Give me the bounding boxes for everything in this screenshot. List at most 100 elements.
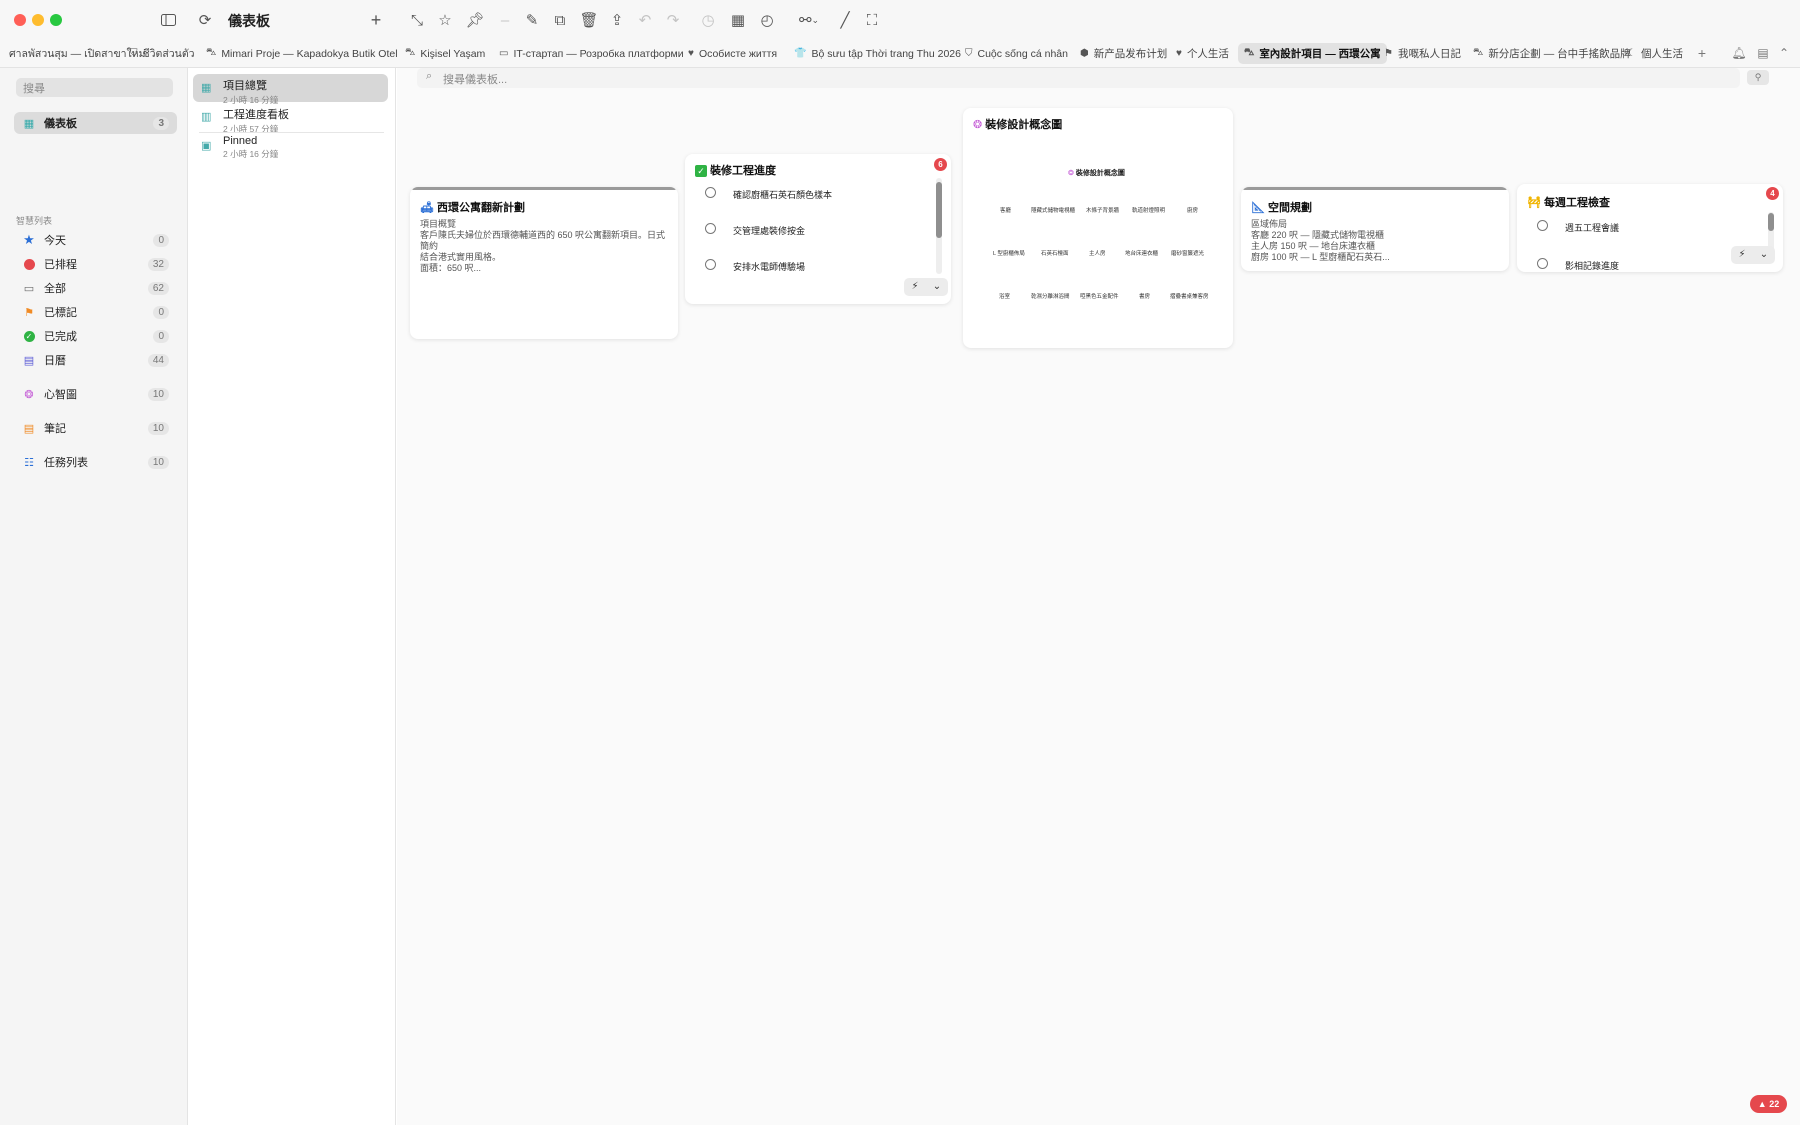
tab-product-launch[interactable]: ⬢ 新产品发布计划 xyxy=(1074,43,1173,64)
construction-icon: 🚧︎ xyxy=(1527,197,1541,209)
dashboard-item-overview[interactable]: ▦ 項目總覽 2 小時 16 分鐘 xyxy=(193,74,388,105)
tab-kisisel-yasam[interactable]: ⛍ Kişisel Yaşam xyxy=(399,43,491,64)
layout-icon[interactable]: ▦ xyxy=(728,10,748,30)
task-label: 安排水電師傅驗場 xyxy=(733,262,806,272)
tab-interior-design[interactable]: ⛍ 室內設計項目 — 西環公寓 xyxy=(1238,43,1387,64)
history-disabled-icon[interactable]: ◷ xyxy=(698,10,718,30)
sync-icon[interactable]: ⟳ xyxy=(195,10,215,30)
scrollbar-thumb[interactable] xyxy=(936,182,942,238)
checkmark-icon: ✓ xyxy=(22,329,36,343)
bolt-icon[interactable]: ⚡︎ xyxy=(1731,246,1753,264)
fullscreen-icon[interactable]: ⛶ xyxy=(862,10,882,30)
sidebar-item-all[interactable]: ▭ 全部 62 xyxy=(14,277,177,299)
bolt-icon[interactable]: ⚡︎ xyxy=(904,278,926,296)
sidebar-item-today[interactable]: ★ 今天 0 xyxy=(14,229,177,251)
task-checkbox[interactable] xyxy=(705,259,716,270)
chevron-up-icon[interactable]: ⌃ xyxy=(1773,43,1795,63)
mindmap-node: 書房 xyxy=(1139,294,1151,300)
search-icon: ⌕ xyxy=(426,70,433,82)
tab-personal-life-tc[interactable]: ☾ 個人生活 xyxy=(1621,43,1689,64)
tag-menu-icon[interactable]: ⚯ ⌄ xyxy=(794,10,824,30)
task-checkbox[interactable] xyxy=(1537,220,1548,231)
sofa-icon: 🛋︎ xyxy=(420,202,434,214)
card-body: 項目概覽 客戶陳氏夫婦位於西環德輔道西的 650 呎公寓翻新項目。日式簡約 結合… xyxy=(420,219,666,273)
tab-private-diary[interactable]: ⚑ 我嘅私人日記 xyxy=(1378,43,1467,64)
alert-badge[interactable]: ▲ 22 xyxy=(1750,1095,1787,1113)
minimize-window-button[interactable] xyxy=(32,14,44,26)
separator-icon: – xyxy=(500,11,510,29)
count-badge: 6 xyxy=(934,158,947,171)
card-actions: ⚡︎ ⌄ xyxy=(904,278,948,296)
task-checkbox[interactable] xyxy=(705,223,716,234)
draw-icon[interactable]: ╱ xyxy=(835,10,855,30)
card-space-planning[interactable]: 📐︎ 空間規劃 區域佈局 客廳 220 呎 — 隱藏式儲物電視櫃 主人房 150… xyxy=(1241,187,1509,271)
new-tab-button[interactable]: + xyxy=(1691,43,1713,63)
card-project-overview[interactable]: 🛋︎ 西環公寓翻新計劃 項目概覽 客戶陳氏夫婦位於西環德輔道西的 650 呎公寓… xyxy=(410,187,678,339)
calendar-clock-icon xyxy=(22,257,36,271)
pencil-icon[interactable]: ✎ xyxy=(522,10,542,30)
sidebar-item-dashboard[interactable]: ▦ 儀表板 3 xyxy=(14,112,177,134)
close-window-button[interactable] xyxy=(14,14,26,26)
sidebar-item-notes[interactable]: ▤ 筆記 10 xyxy=(14,417,177,439)
card-body: 區域佈局 客廳 220 呎 — 隱藏式儲物電視櫃 主人房 150 呎 — 地台床… xyxy=(1251,219,1390,262)
trash-icon[interactable]: 🗑︎ xyxy=(579,10,599,30)
checkbox-icon: ✓ xyxy=(695,165,707,177)
dashboard-search-input[interactable]: ⌕ 搜尋儀表板... xyxy=(417,68,1740,88)
undo-icon[interactable]: ↶ xyxy=(635,10,655,30)
card-actions: ⚡︎ ⌄ xyxy=(1731,246,1775,264)
mindmap-node: 客廳 xyxy=(1000,208,1012,214)
filter-icon[interactable]: ⚲ xyxy=(1747,70,1769,85)
tab-it-startup[interactable]: ▭ IT-стартап — Розробка платформи xyxy=(493,43,690,64)
tab-cuoc-song[interactable]: ⛉ Cuộc sống cá nhân xyxy=(959,43,1074,64)
bell-icon[interactable]: 🔔︎ xyxy=(1728,43,1750,63)
mindmap-node: 啞黑色五金配件 xyxy=(1080,294,1119,300)
tab-osobyste-zhyttia[interactable]: ♥ Особисте життя xyxy=(682,43,783,64)
sidebar-item-scheduled[interactable]: 已排程 32 xyxy=(14,253,177,275)
dashboard-item-progress-board[interactable]: ▥ 工程進度看板 2 小時 57 分鐘 xyxy=(193,103,388,134)
mindmap-node: 隱藏式儲物電視櫃 xyxy=(1031,208,1076,214)
tab-new-branch-taichung[interactable]: ⛍ 新分店企劃 — 台中手搖飲品牌 xyxy=(1467,43,1637,64)
sidebar-item-mindmap[interactable]: ❂ 心智圖 10 xyxy=(14,383,177,405)
history-icon[interactable]: ◴ xyxy=(757,10,777,30)
duplicate-icon[interactable]: ⧉ xyxy=(550,10,570,30)
panel-icon[interactable]: ▤ xyxy=(1752,43,1774,63)
expand-icon[interactable]: ⤡ xyxy=(407,10,427,30)
tab-fashion-collection[interactable]: 👕 Bộ sưu tập Thời trang Thu 2026 xyxy=(788,43,967,64)
chevron-down-icon[interactable]: ⌄ xyxy=(1753,246,1775,264)
task-checkbox[interactable] xyxy=(1537,258,1548,269)
sidebar-search-input[interactable]: 搜尋 xyxy=(16,78,173,97)
calendar-icon: ▤ xyxy=(23,354,35,367)
sidebar-item-flagged[interactable]: ⚑ 已標記 0 xyxy=(14,301,177,323)
sidebar-item-task-list[interactable]: ☷ 任務列表 10 xyxy=(14,451,177,473)
sidebar-item-completed[interactable]: ✓ 已完成 0 xyxy=(14,325,177,347)
sidebar: 搜尋 ▦ 儀表板 3 智慧列表 ★ 今天 0 已排程 32 ▭ 全部 62 ⚑ … xyxy=(0,68,188,1125)
tab-thai-personal[interactable]: ⛉ ชีวิตส่วนตัว xyxy=(124,43,201,64)
chevron-down-icon[interactable]: ⌄ xyxy=(926,278,948,296)
mindmap-node: L 型廚櫃佈局 xyxy=(993,251,1025,257)
dashboard-icon: ▦ xyxy=(201,82,212,94)
card-weekly-inspection[interactable]: 🚧︎ 每週工程檢查 4 週五工程會議 影相記錄進度 ⚡︎ ⌄ xyxy=(1517,184,1783,272)
scrollbar-thumb[interactable] xyxy=(1768,213,1774,231)
redo-icon[interactable]: ↷ xyxy=(663,10,683,30)
window-title: 儀表板 xyxy=(228,13,270,29)
title-bar: ⟳ 儀表板 + ⤡ ☆ 📌︎ – ✎ ⧉ 🗑︎ ⇪ ↶ ↷ ◷ ▦ ◴ ⚯ ⌄ ╱… xyxy=(0,0,1800,38)
count-badge: 4 xyxy=(1766,187,1779,200)
card-renovation-progress[interactable]: ✓ 裝修工程進度 6 確認廚櫃石英石顏色樣本 交管理處裝修按金 安排水電師傅驗場… xyxy=(685,154,951,304)
tab-personal-life-sc[interactable]: ♥ 个人生活 xyxy=(1170,43,1235,64)
sidebar-item-calendar[interactable]: ▤ 日曆 44 xyxy=(14,349,177,371)
mindmap-node: 地台床連衣櫃 xyxy=(1125,251,1159,257)
sidebar-toggle-icon[interactable] xyxy=(158,10,178,30)
task-checkbox[interactable] xyxy=(705,187,716,198)
add-icon[interactable]: + xyxy=(366,10,386,30)
zoom-window-button[interactable] xyxy=(50,14,62,26)
flag-icon: ⚑ xyxy=(24,306,34,319)
star-icon[interactable]: ☆ xyxy=(435,10,455,30)
mindmap-node: 摺疊書桌兼客房 xyxy=(1170,294,1209,300)
card-design-mindmap[interactable]: ❂ 裝修設計概念圖 ❂ 裝修設計概念圖 客廳 隱藏式儲物電視櫃 木條子背景牆 軌… xyxy=(963,108,1233,348)
dashboard-item-pinned[interactable]: ▣ Pinned 2 小時 16 分鐘 xyxy=(193,132,388,160)
mindmap-node: 磨砂窗簾遮光 xyxy=(1171,251,1205,257)
tab-bar: ศาลพัสวนสุม — เปิดสาขาใหม่ ⛉ ชีวิตส่วนตัว… xyxy=(0,38,1800,68)
tab-mimari-proje[interactable]: ⛍ Mimari Proje — Kapadokya Butik Otel xyxy=(200,43,404,64)
pin-icon[interactable]: 📌︎ xyxy=(465,10,485,30)
share-icon[interactable]: ⇪ xyxy=(607,10,627,30)
